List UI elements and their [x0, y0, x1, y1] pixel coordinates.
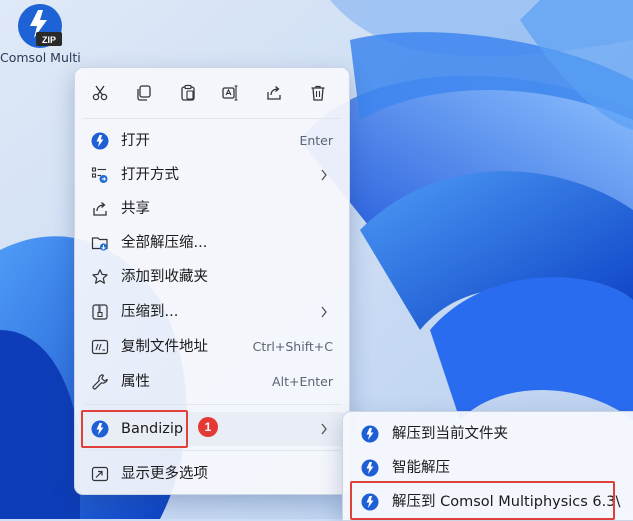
- zip-badge-text: ZIP: [42, 35, 56, 45]
- chevron-right-icon: [321, 169, 327, 181]
- menu-item-label: 打开: [121, 133, 150, 149]
- menu-item-properties[interactable]: 属性 Alt+Enter: [79, 365, 345, 399]
- share-icon: [91, 200, 109, 218]
- desktop-file-icon[interactable]: ZIP Comsol Multiphysi...: [0, 0, 80, 84]
- paste-button[interactable]: [173, 78, 203, 108]
- submenu-item-smart-extract[interactable]: 智能解压: [347, 451, 633, 485]
- bandizip-icon: [361, 459, 379, 477]
- folder-extract-icon: [91, 234, 109, 252]
- copy-path-icon: [91, 338, 109, 356]
- open-with-icon: [91, 166, 109, 184]
- menu-item-label: 打开方式: [121, 167, 179, 183]
- menu-item-label: 共享: [121, 201, 150, 217]
- menu-divider: [83, 404, 341, 405]
- shortcut-text: Ctrl+Shift+C: [252, 339, 333, 354]
- submenu-item-label: 智能解压: [392, 460, 450, 476]
- chevron-right-icon: [321, 306, 327, 318]
- shortcut-text: Alt+Enter: [272, 374, 333, 389]
- star-icon: [91, 268, 109, 286]
- submenu-item-extract-here[interactable]: 解压到当前文件夹: [347, 417, 633, 451]
- chevron-right-icon: [321, 423, 327, 435]
- menu-item-open[interactable]: 打开 Enter: [79, 124, 345, 158]
- wrench-icon: [91, 373, 109, 391]
- submenu-item-label: 解压到当前文件夹: [392, 426, 508, 442]
- archive-icon: [91, 303, 109, 321]
- rename-button[interactable]: [215, 78, 245, 108]
- trash-icon: [311, 85, 325, 101]
- menu-item-show-more[interactable]: 显示更多选项: [79, 457, 345, 491]
- menu-item-copy-path[interactable]: 复制文件地址 Ctrl+Shift+C: [79, 330, 345, 364]
- menu-item-share[interactable]: 共享: [79, 192, 345, 226]
- menu-item-open-with[interactable]: 打开方式: [79, 158, 345, 192]
- delete-button[interactable]: [303, 78, 333, 108]
- menu-item-label: 复制文件地址: [121, 339, 208, 355]
- menu-item-add-favorites[interactable]: 添加到收藏夹: [79, 260, 345, 294]
- context-toolbar: [75, 68, 349, 118]
- highlight-box-bandizip: [81, 410, 188, 448]
- copy-button[interactable]: [129, 78, 159, 108]
- menu-item-label: 添加到收藏夹: [121, 269, 208, 285]
- highlight-box-extract-to-folder: [350, 481, 615, 520]
- menu-item-label: 压缩到...: [121, 304, 179, 320]
- menu-item-label: 显示更多选项: [121, 466, 208, 482]
- share-icon: [267, 86, 281, 100]
- bandizip-icon: [91, 132, 109, 150]
- cut-button[interactable]: [85, 78, 115, 108]
- paste-icon: [181, 84, 195, 101]
- rename-icon: [222, 85, 238, 101]
- copy-icon: [137, 85, 151, 101]
- desktop-file-name: Comsol Multiphysi...: [0, 50, 80, 65]
- menu-divider: [83, 450, 341, 451]
- step-badge: 1: [198, 417, 218, 437]
- menu-item-label: 全部解压缩...: [121, 235, 208, 251]
- toolbar-divider: [83, 118, 341, 119]
- share-button[interactable]: [259, 78, 289, 108]
- bandizip-icon: [361, 425, 379, 443]
- bandizip-zip-icon: ZIP: [18, 4, 62, 48]
- menu-item-compress-to[interactable]: 压缩到...: [79, 295, 345, 329]
- show-more-icon: [91, 465, 109, 483]
- menu-item-extract-all[interactable]: 全部解压缩...: [79, 226, 345, 260]
- shortcut-text: Enter: [299, 133, 333, 148]
- menu-item-label: 属性: [121, 374, 150, 390]
- scissors-icon: [92, 85, 108, 101]
